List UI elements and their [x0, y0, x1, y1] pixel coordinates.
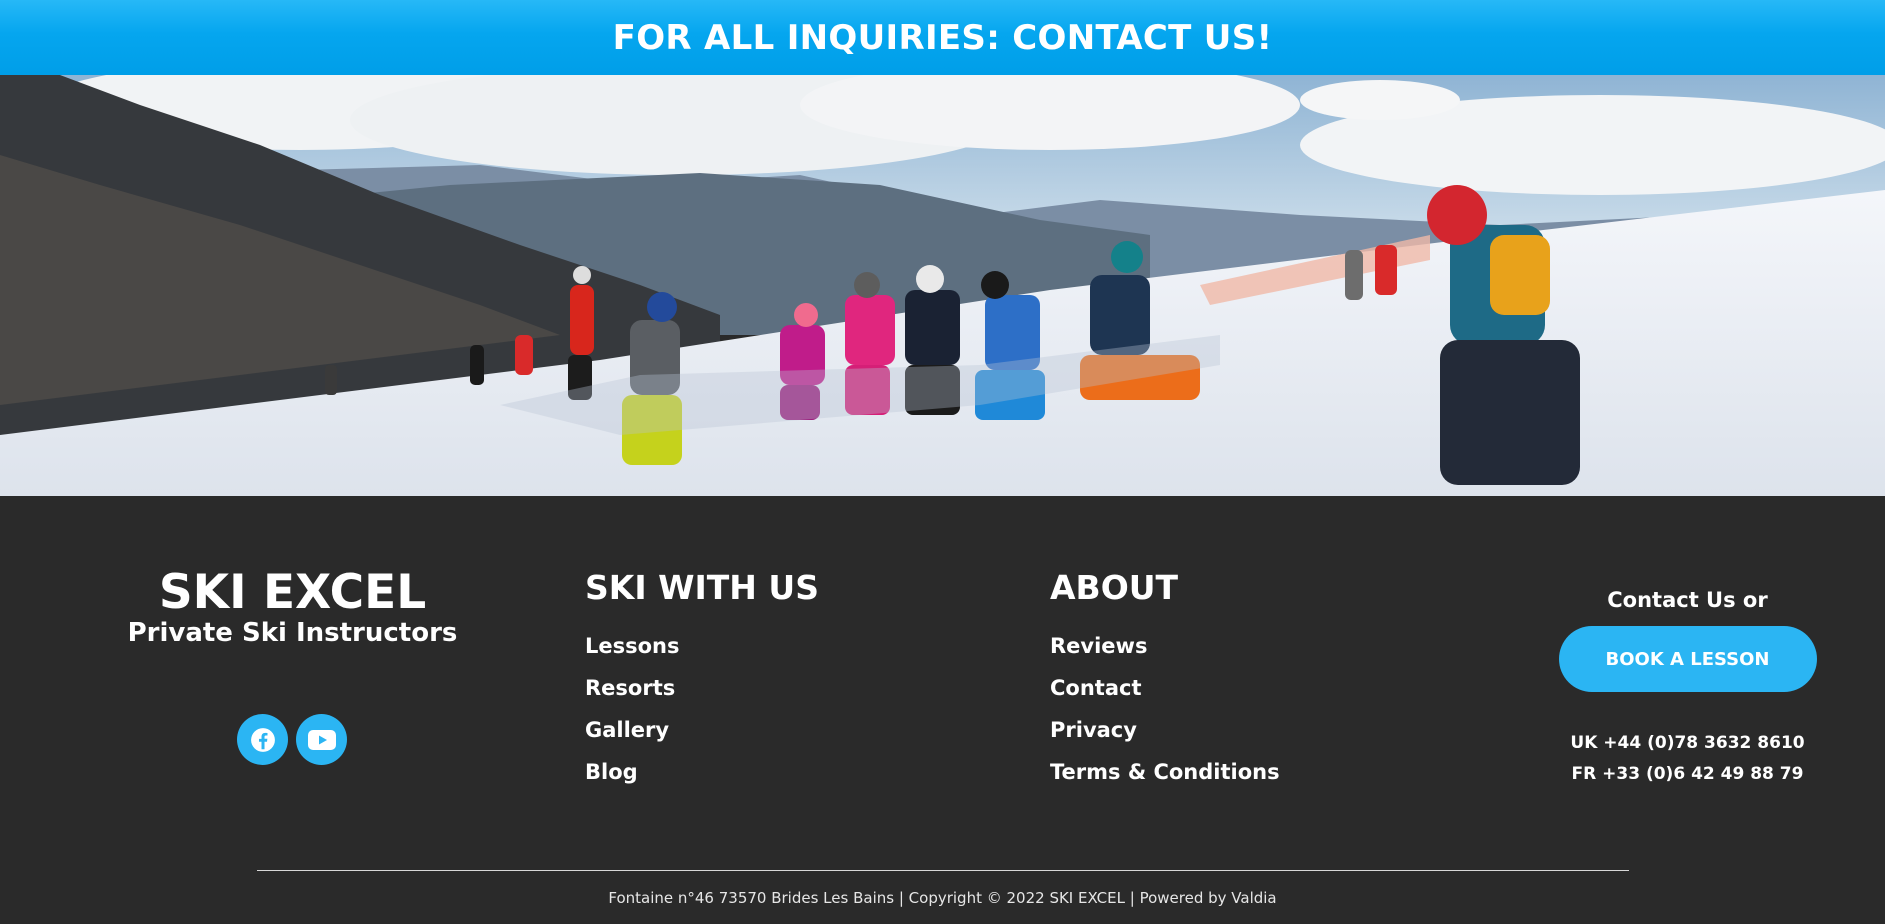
footer-link-contact: Contact [1050, 674, 1280, 702]
ski-with-us-title: SKI WITH US [585, 568, 819, 607]
copyright-text: Copyright © 2022 SKI EXCEL [908, 889, 1125, 907]
youtube-icon [307, 729, 336, 750]
powered-by-link[interactable]: Powered by Valdia [1140, 889, 1277, 907]
phone-uk[interactable]: UK +44 (0)78 3632 8610 [1555, 728, 1820, 759]
legal-separator: | [1129, 889, 1140, 907]
brand-name[interactable]: SKI EXCEL [100, 568, 485, 618]
footer-divider [257, 870, 1629, 871]
privacy-link[interactable]: Privacy [1050, 718, 1137, 742]
footer-link-privacy: Privacy [1050, 716, 1280, 744]
contact-banner-link[interactable]: FOR ALL INQUIRIES: CONTACT US! [613, 18, 1273, 58]
contact-lead-text: Contact Us or [1607, 588, 1768, 612]
social-links [237, 714, 347, 765]
footer-link-reviews: Reviews [1050, 632, 1280, 660]
footer-link-blog: Blog [585, 758, 819, 786]
ski-with-us-list: Lessons Resorts Gallery Blog [585, 632, 819, 786]
top-banner: FOR ALL INQUIRIES: CONTACT US! [0, 0, 1885, 75]
terms-link[interactable]: Terms & Conditions [1050, 760, 1280, 784]
about-title: ABOUT [1050, 568, 1179, 607]
footer-legal: Fontaine n°46 73570 Brides Les Bains | C… [0, 889, 1885, 907]
resorts-link[interactable]: Resorts [585, 676, 675, 700]
brand-tagline: Private Ski Instructors [127, 618, 458, 648]
facebook-button[interactable] [237, 714, 288, 765]
footer-brand: SKI EXCEL Private Ski Instructors [100, 568, 485, 649]
blog-link[interactable]: Blog [585, 760, 638, 784]
youtube-button[interactable] [296, 714, 347, 765]
phone-fr[interactable]: FR +33 (0)6 42 49 88 79 [1555, 759, 1820, 790]
legal-separator: | [898, 889, 909, 907]
footer-link-lessons: Lessons [585, 632, 819, 660]
gallery-link[interactable]: Gallery [585, 718, 669, 742]
footer-link-gallery: Gallery [585, 716, 819, 744]
about-column: ABOUT Reviews Contact Privacy Terms & Co… [1050, 568, 1280, 800]
contact-column: Contact Us or BOOK A LESSON UK +44 (0)78… [1555, 586, 1820, 790]
hero-image [0, 75, 1885, 496]
site-footer: SKI EXCEL Private Ski Instructors SKI WI… [0, 496, 1885, 924]
lessons-link[interactable]: Lessons [585, 634, 680, 658]
address-text: Fontaine n°46 73570 Brides Les Bains [608, 889, 895, 907]
contact-link[interactable]: Contact [1050, 676, 1142, 700]
footer-link-terms: Terms & Conditions [1050, 758, 1280, 786]
ski-with-us-column: SKI WITH US Lessons Resorts Gallery Blog [585, 568, 819, 800]
about-list: Reviews Contact Privacy Terms & Conditio… [1050, 632, 1280, 786]
phone-numbers: UK +44 (0)78 3632 8610 FR +33 (0)6 42 49… [1555, 728, 1820, 790]
facebook-icon [250, 727, 275, 752]
footer-link-resorts: Resorts [585, 674, 819, 702]
ski-slope-illustration [0, 75, 1885, 496]
book-a-lesson-button[interactable]: BOOK A LESSON [1558, 626, 1817, 692]
reviews-link[interactable]: Reviews [1050, 634, 1147, 658]
